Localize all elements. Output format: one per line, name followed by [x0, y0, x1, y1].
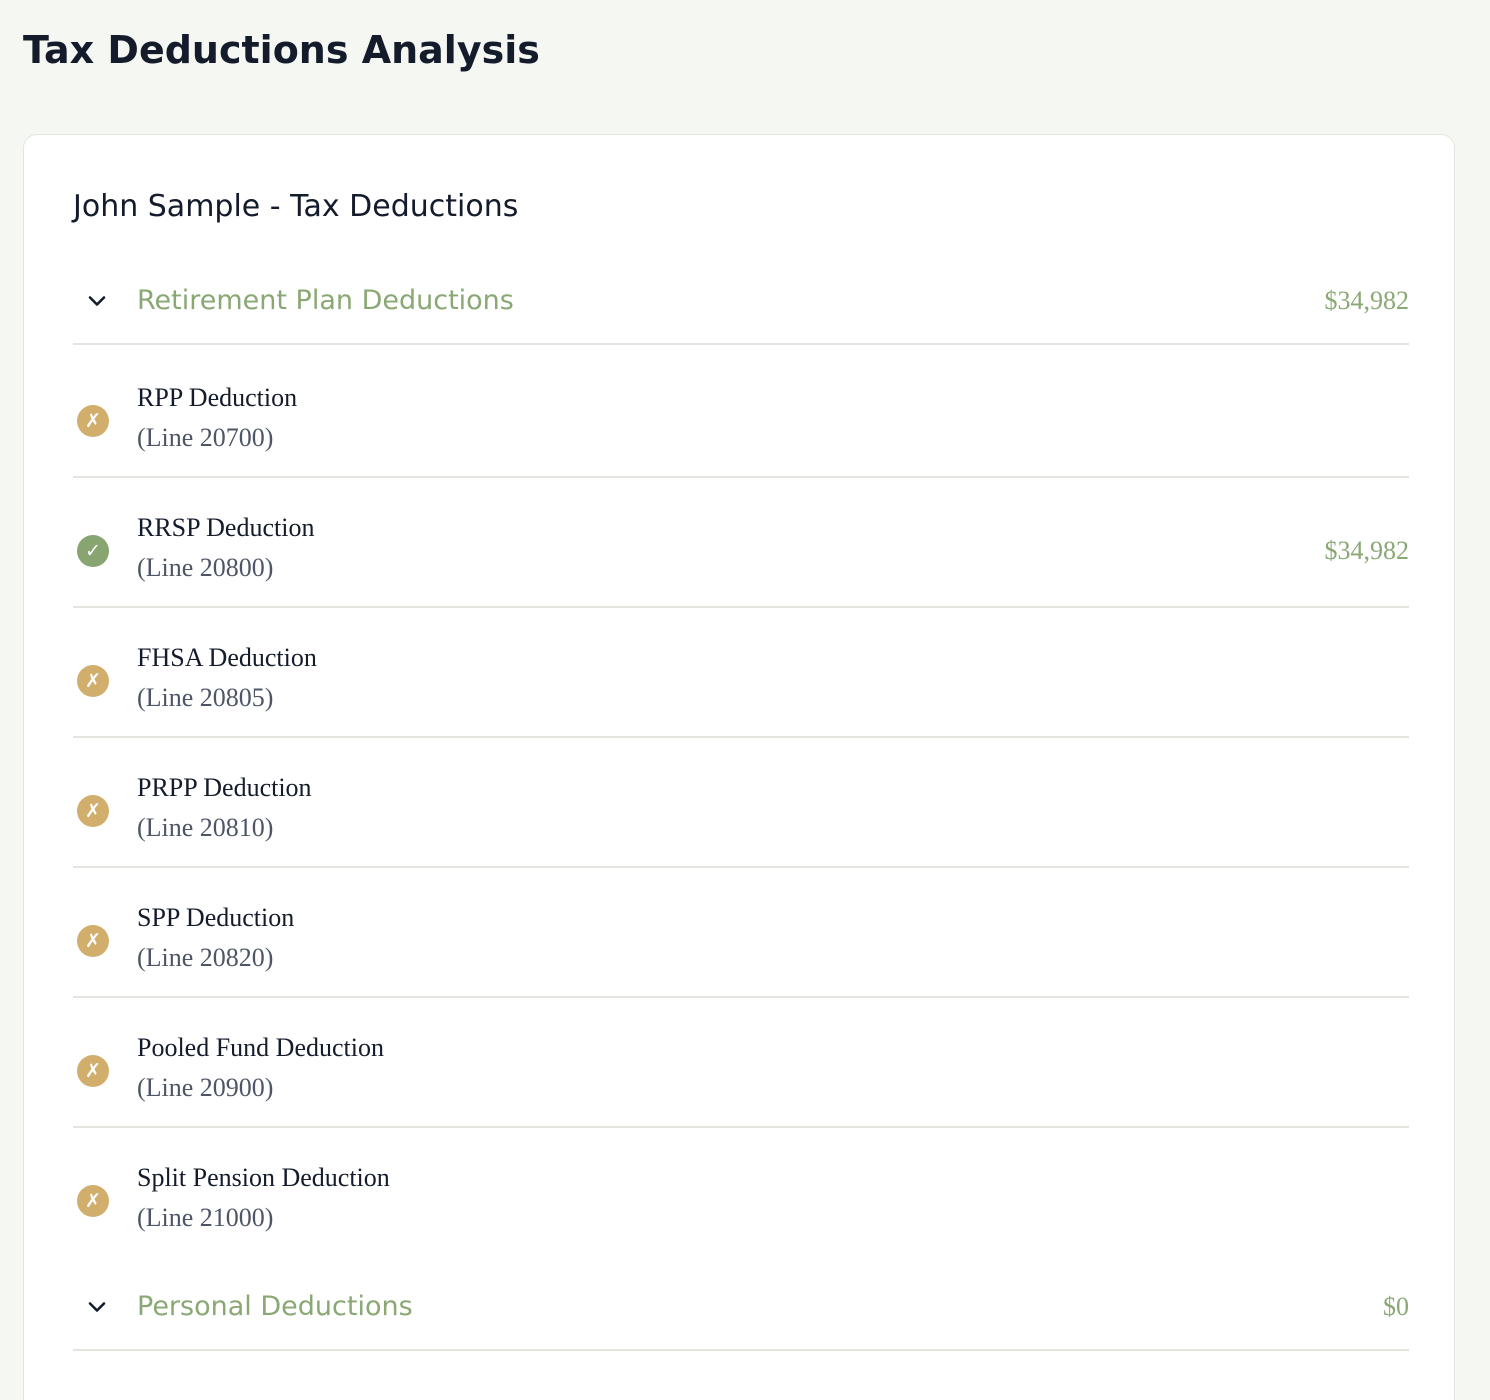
deduction-row-pooled-fund: ✗ Pooled Fund Deduction (Line 20900)	[73, 998, 1409, 1128]
page-title: Tax Deductions Analysis	[23, 28, 540, 72]
deduction-row-rrsp: ✓ RRSP Deduction (Line 20800) $34,982	[73, 478, 1409, 608]
deduction-row-fhsa: ✗ FHSA Deduction (Line 20805)	[73, 608, 1409, 738]
card-title: John Sample - Tax Deductions	[73, 189, 519, 224]
section-amount: $34,982	[1324, 286, 1410, 315]
chevron-down-icon	[88, 1302, 106, 1312]
claimed-check-icon: ✓	[77, 535, 109, 567]
deduction-name: Pooled Fund Deduction	[137, 1033, 384, 1062]
not-claimed-icon: ✗	[77, 1185, 109, 1217]
not-claimed-icon: ✗	[77, 405, 109, 437]
deduction-name: RRSP Deduction	[137, 513, 315, 542]
section-label: Personal Deductions	[137, 1291, 413, 1322]
chevron-down-icon	[88, 296, 106, 306]
deduction-name: SPP Deduction	[137, 903, 295, 932]
not-claimed-icon: ✗	[77, 665, 109, 697]
deduction-row-split-pension: ✗ Split Pension Deduction (Line 21000)	[73, 1128, 1409, 1258]
deduction-line: (Line 20800)	[137, 553, 274, 582]
not-claimed-icon: ✗	[77, 925, 109, 957]
not-claimed-icon: ✗	[77, 1055, 109, 1087]
section-header-personal[interactable]: Personal Deductions $0	[73, 1273, 1409, 1351]
deduction-line: (Line 21000)	[137, 1203, 274, 1232]
section-amount: $0	[1383, 1292, 1409, 1321]
deduction-row-prpp: ✗ PRPP Deduction (Line 20810)	[73, 738, 1409, 868]
deduction-line: (Line 20810)	[137, 813, 274, 842]
deduction-line: (Line 20900)	[137, 1073, 274, 1102]
deduction-line: (Line 20805)	[137, 683, 274, 712]
not-claimed-icon: ✗	[77, 795, 109, 827]
deduction-name: FHSA Deduction	[137, 643, 317, 672]
section-header-retirement[interactable]: Retirement Plan Deductions $34,982	[73, 267, 1409, 345]
deduction-row-spp: ✗ SPP Deduction (Line 20820)	[73, 868, 1409, 998]
section-label: Retirement Plan Deductions	[137, 285, 514, 316]
deduction-name: Split Pension Deduction	[137, 1163, 390, 1192]
deduction-amount: $34,982	[1324, 536, 1410, 565]
deduction-row-rpp: ✗ RPP Deduction (Line 20700)	[73, 348, 1409, 478]
deduction-name: RPP Deduction	[137, 383, 298, 412]
deduction-line: (Line 20700)	[137, 423, 274, 452]
deduction-name: PRPP Deduction	[137, 773, 312, 802]
deductions-card: John Sample - Tax Deductions Retirement …	[23, 134, 1455, 1400]
deduction-line: (Line 20820)	[137, 943, 274, 972]
